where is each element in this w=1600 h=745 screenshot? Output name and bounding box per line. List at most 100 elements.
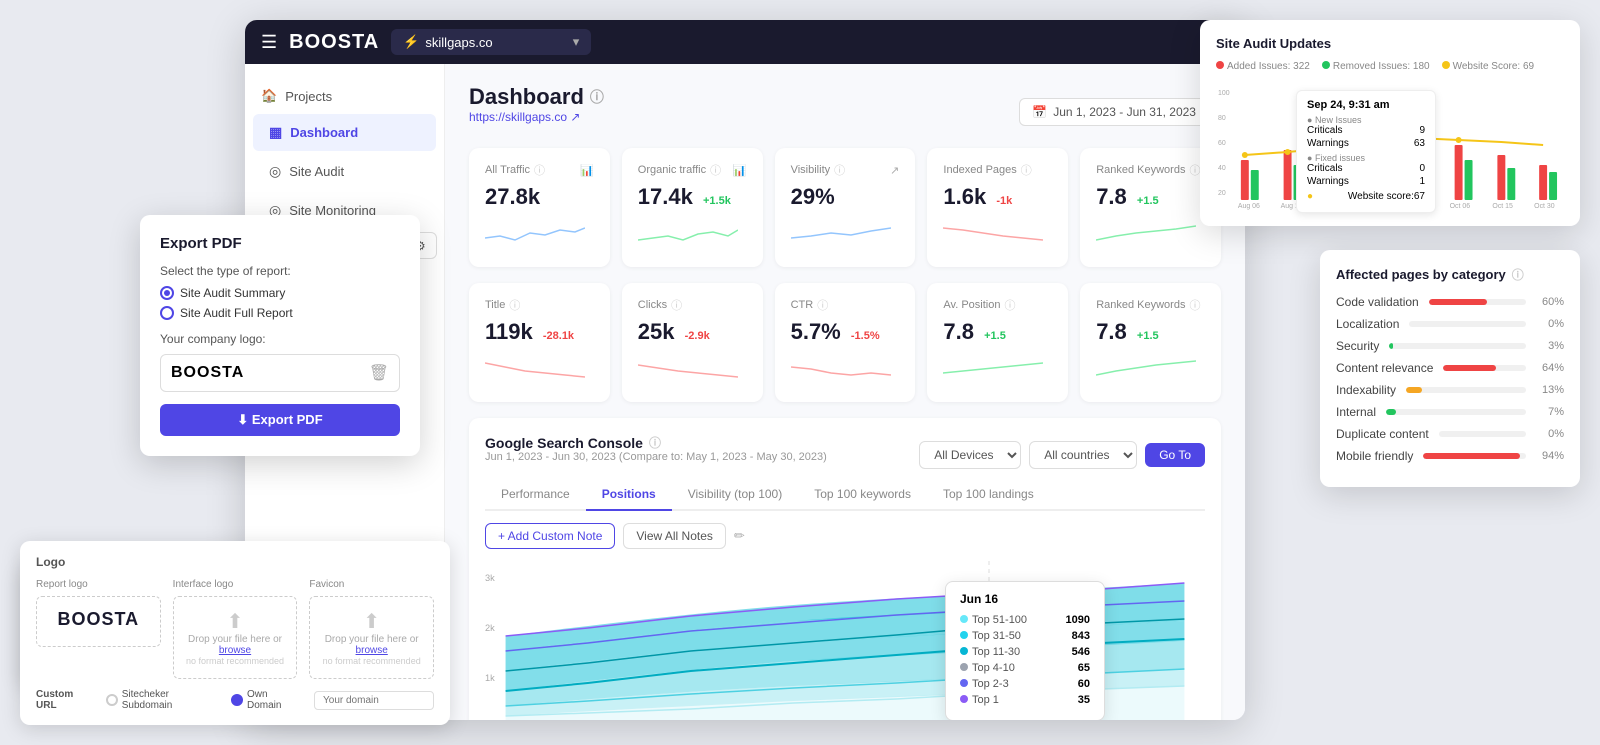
affected-bar-wrap-1 <box>1409 321 1526 327</box>
report-type-group: Site Audit Summary Site Audit Full Repor… <box>160 286 400 320</box>
tab-performance[interactable]: Performance <box>485 479 586 511</box>
dashboard-header: Dashboard ⓘ https://skillgaps.co ↗ 📅 Jun… <box>469 84 1221 140</box>
radio-own-domain[interactable]: Own Domain <box>231 689 304 711</box>
gsc-title: Google Search Console ⓘ <box>485 434 827 451</box>
date-picker[interactable]: 📅 Jun 1, 2023 - Jun 31, 2023 ▾ <box>1019 98 1221 126</box>
add-note-button[interactable]: + Add Custom Note <box>485 523 615 549</box>
affected-row-0: Code validation 60% <box>1336 295 1564 309</box>
favicon-box[interactable]: ⬆ Drop your file here or browse no forma… <box>309 596 434 679</box>
export-pdf-button[interactable]: ⬇ Export PDF <box>160 404 400 436</box>
metric-label-r2-2: CTR ⓘ <box>791 297 900 313</box>
affected-pct-6: 0% <box>1536 428 1564 440</box>
calendar-icon: 📅 <box>1032 105 1047 119</box>
sidebar-item-dashboard[interactable]: ▦ Dashboard <box>253 114 436 151</box>
radio-summary[interactable]: Site Audit Summary <box>160 286 400 300</box>
audit-tooltip-new: ● New Issues Criticals9 Warnings63 <box>1307 115 1425 149</box>
dot-4 <box>960 679 968 687</box>
info-icon: ⓘ <box>1189 162 1200 178</box>
info-icon: ⓘ <box>671 297 682 313</box>
affected-pct-3: 64% <box>1536 362 1564 374</box>
audit-tooltip-fixed: ● Fixed issues Criticals0 Warnings1 <box>1307 153 1425 187</box>
fixed-criticals-row: Criticals0 <box>1307 163 1425 174</box>
interface-logo-box[interactable]: ⬆ Drop your file here or browse no forma… <box>173 596 298 679</box>
url-bar[interactable]: ⚡ skillgaps.co ▾ <box>391 29 591 55</box>
delete-icon[interactable]: 🗑 <box>369 363 389 383</box>
sidebar-label-site-audit: Site Audit <box>289 164 344 179</box>
radio-full[interactable]: Site Audit Full Report <box>160 306 400 320</box>
affected-label-2: Security <box>1336 339 1379 353</box>
logo-preview-text: BOOSTA <box>171 364 244 382</box>
pencil-icon: ✏ <box>734 528 745 544</box>
radio-circle-full <box>160 306 174 320</box>
tooltip-row-3: Top 4-10 65 <box>960 662 1090 674</box>
warnings-row: Warnings63 <box>1307 138 1425 149</box>
metric-value-1: 17.4k +1.5k <box>638 184 747 210</box>
metric-change-r2-0: -28.1k <box>543 330 574 342</box>
countries-select[interactable]: All countries <box>1029 441 1137 469</box>
logo-widget: Logo Report logo BOOSTA Interface logo ⬆… <box>20 541 450 725</box>
metric-label-4: Ranked Keywords ⓘ <box>1096 162 1205 178</box>
browse-link-interface[interactable]: browse <box>219 645 251 656</box>
radio-subdomain[interactable]: Sitecheker Subdomain <box>106 689 221 711</box>
tab-positions[interactable]: Positions <box>586 479 672 511</box>
svg-text:Oct 15: Oct 15 <box>1492 203 1513 210</box>
dashboard-url[interactable]: https://skillgaps.co ↗ <box>469 110 604 124</box>
info-icon: ⓘ <box>590 87 604 107</box>
tab-top-keywords[interactable]: Top 100 keywords <box>798 479 927 511</box>
modal-select-label: Select the type of report: <box>160 264 400 278</box>
legend-label-added: Added Issues: 322 <box>1227 61 1310 72</box>
logo-col-report: Report logo BOOSTA <box>36 579 161 647</box>
metric-value-r2-3: 7.8 +1.5 <box>943 319 1052 345</box>
favicon-label: Favicon <box>309 579 434 590</box>
logo-widget-title: Logo <box>36 555 434 569</box>
logo-preview: BOOSTA 🗑 <box>160 354 400 392</box>
info-icon: ⓘ <box>509 297 520 313</box>
sidebar-item-site-audit[interactable]: ◎ Site Audit <box>253 153 436 190</box>
modal-title: Export PDF <box>160 235 400 252</box>
wave-chart-2 <box>791 218 891 248</box>
audit-chart: 100 80 60 40 20 Aug 06 Aug 13 Aug 22 Sep… <box>1216 80 1564 210</box>
metric-label-r2-4: Ranked Keywords ⓘ <box>1096 297 1205 313</box>
audit-tooltip-date: Sep 24, 9:31 am <box>1307 99 1425 111</box>
metric-change-4: +1.5 <box>1137 195 1159 207</box>
tab-visibility[interactable]: Visibility (top 100) <box>672 479 799 511</box>
legend-dot-added <box>1216 61 1224 69</box>
metric-value-4: 7.8 +1.5 <box>1096 184 1205 210</box>
svg-text:100: 100 <box>1218 90 1230 97</box>
domain-input[interactable] <box>314 691 434 710</box>
tab-top-landings[interactable]: Top 100 landings <box>927 479 1050 511</box>
upload-icon-interface: ⬆ <box>182 609 289 634</box>
tooltip-date: Jun 16 <box>960 592 1090 606</box>
wave-r2-3 <box>943 353 1043 383</box>
metric-ctr: CTR ⓘ 5.7% -1.5% <box>775 283 916 402</box>
affected-bar-5 <box>1386 409 1396 415</box>
dropdown-icon: ▾ <box>573 34 580 50</box>
radio-label-full: Site Audit Full Report <box>180 306 293 320</box>
hamburger-icon[interactable]: ☰ <box>261 32 277 53</box>
affected-label-7: Mobile friendly <box>1336 449 1413 463</box>
audit-tooltip: Sep 24, 9:31 am ● New Issues Criticals9 … <box>1296 90 1436 213</box>
affected-panel: Affected pages by category ⓘ Code valida… <box>1320 250 1580 487</box>
affected-bar-3 <box>1443 365 1496 371</box>
view-notes-button[interactable]: View All Notes <box>623 523 725 549</box>
affected-label-3: Content relevance <box>1336 361 1433 375</box>
metric-clicks: Clicks ⓘ 25k -2.9k <box>622 283 763 402</box>
metric-change-r2-2: -1.5% <box>851 330 880 342</box>
sidebar-projects[interactable]: 🏠 Projects <box>245 80 444 112</box>
info-icon: ⓘ <box>1189 297 1200 313</box>
browse-link-favicon[interactable]: browse <box>356 645 388 656</box>
affected-label-5: Internal <box>1336 405 1376 419</box>
site-url: skillgaps.co <box>425 35 492 50</box>
go-button[interactable]: Go To <box>1145 443 1205 467</box>
metric-change-3: -1k <box>996 195 1012 207</box>
logo-big-text: BOOSTA <box>45 609 152 630</box>
devices-select[interactable]: All Devices <box>919 441 1021 469</box>
svg-text:Oct 06: Oct 06 <box>1450 203 1471 210</box>
dot-1 <box>960 631 968 639</box>
wave-r2-1 <box>638 353 738 383</box>
upload-icon-favicon: ⬆ <box>318 609 425 634</box>
radio-dot-own <box>231 694 243 706</box>
chart-icon-1: 📊 <box>733 164 747 177</box>
wave-r2-2 <box>791 353 891 383</box>
metric-label-3: Indexed Pages ⓘ <box>943 162 1052 178</box>
